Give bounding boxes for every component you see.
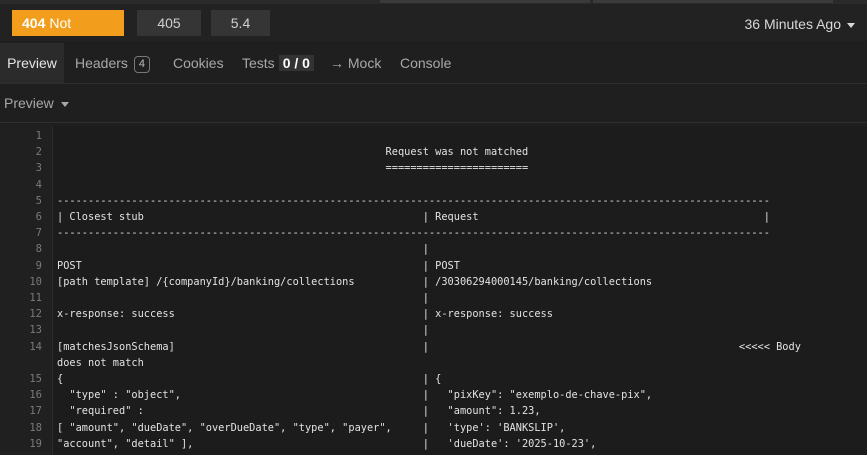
response-tabs: Preview Headers 4 Cookies Tests 0 / 0 → Mo… (0, 43, 867, 84)
code-line: does not match (57, 356, 144, 369)
preview-mode-label: Preview (4, 95, 54, 111)
line-number: 6 (35, 211, 42, 223)
line-number: 10 (29, 275, 42, 288)
code-line: | (57, 243, 429, 256)
tab-preview-label: Preview (7, 55, 57, 71)
line-number: 12 (29, 308, 42, 321)
code-line: POST | POST (57, 259, 460, 272)
tab-console[interactable]: Console (400, 43, 451, 83)
code-line: [matchesJsonSchema] | <<<<< Body (57, 340, 801, 353)
line-number (2, 355, 42, 371)
chevron-down-icon (60, 101, 69, 107)
line-number: 15 (29, 373, 42, 385)
code-line: "type" : "object", | "pixKey": "exemplo-… (57, 389, 653, 402)
preview-mode-dropdown[interactable]: Preview (4, 95, 69, 111)
tab-cookies-label: Cookies (173, 55, 224, 71)
tab-tests-label: Tests (242, 55, 275, 71)
line-number: 5 (35, 194, 42, 207)
code-line: | (57, 324, 429, 337)
chevron-down-icon (847, 22, 855, 28)
response-body-viewer[interactable]: 1 2 3 4 5 6 7 8 9 10 11 12 13 14 15 16 17 18 19 Request wa… (0, 126, 867, 455)
line-number: 11 (29, 292, 42, 304)
tab-mock[interactable]: → Mock (330, 43, 381, 83)
tab-mock-label: → Mock (330, 55, 382, 71)
code-line: ----------------------------------------… (57, 194, 770, 207)
code-line: Request was not matched (57, 146, 529, 159)
tests-count: 0 / 0 (278, 55, 314, 71)
tab-preview[interactable]: Preview (0, 43, 64, 83)
tab-cookies[interactable]: Cookies (173, 43, 224, 83)
line-number: 2 (35, 146, 42, 159)
line-number: 7 (35, 227, 42, 240)
code-line: ----------------------------------------… (57, 227, 770, 240)
status-badge: 404Not Found (12, 10, 124, 57)
tab-console-label: Console (400, 55, 452, 71)
line-number: 13 (29, 324, 42, 337)
line-number: 8 (35, 243, 42, 256)
headers-count-badge: 4 (133, 55, 151, 73)
line-number: 4 (35, 178, 42, 191)
code-line: "required" : | "amount": 1.23, (57, 405, 541, 418)
line-number: 1 (35, 130, 42, 142)
top-strip-segment (593, 0, 833, 3)
line-number-gutter: 1 2 3 4 5 6 7 8 9 10 11 12 13 14 15 16 17 18 19 (0, 126, 53, 455)
line-number: 18 (29, 421, 42, 434)
code-line: { | { (57, 373, 442, 385)
history-dropdown[interactable]: 36 Minutes Ago (744, 16, 855, 32)
line-number: 9 (35, 259, 42, 272)
code-line: x-response: success | x-response: succes… (57, 308, 553, 321)
code-line: "account", "detail" ], | 'dueDate': '202… (57, 437, 597, 450)
code-line: [path template] /{companyId}/banking/col… (57, 275, 653, 288)
code-line: | (57, 292, 429, 304)
tab-tests[interactable]: Tests 0 / 0 (242, 43, 314, 83)
line-number: 19 (29, 437, 42, 450)
code-line: ======================= (57, 162, 529, 175)
line-number: 3 (35, 162, 42, 175)
code-line: | Closest stub | Request | (57, 211, 770, 223)
response-size-badge: 5.4 KB (211, 10, 270, 57)
top-strip-segment (380, 0, 590, 3)
line-number: 14 (29, 340, 42, 353)
tab-headers[interactable]: Headers 4 (75, 43, 151, 83)
response-time-badge: 405 ms (137, 10, 201, 57)
preview-mode-bar: Preview (0, 84, 867, 123)
tab-headers-label: Headers (75, 55, 128, 71)
code-line: [ "amount", "dueDate", "overDueDate", "t… (57, 421, 566, 434)
line-number: 17 (29, 405, 42, 418)
status-code: 404 (22, 15, 46, 31)
line-number: 16 (29, 389, 42, 402)
response-status-bar: 404Not Found 405 ms 5.4 KB 36 Minutes Ag… (0, 4, 867, 57)
time-ago-label: 36 Minutes Ago (744, 16, 841, 32)
